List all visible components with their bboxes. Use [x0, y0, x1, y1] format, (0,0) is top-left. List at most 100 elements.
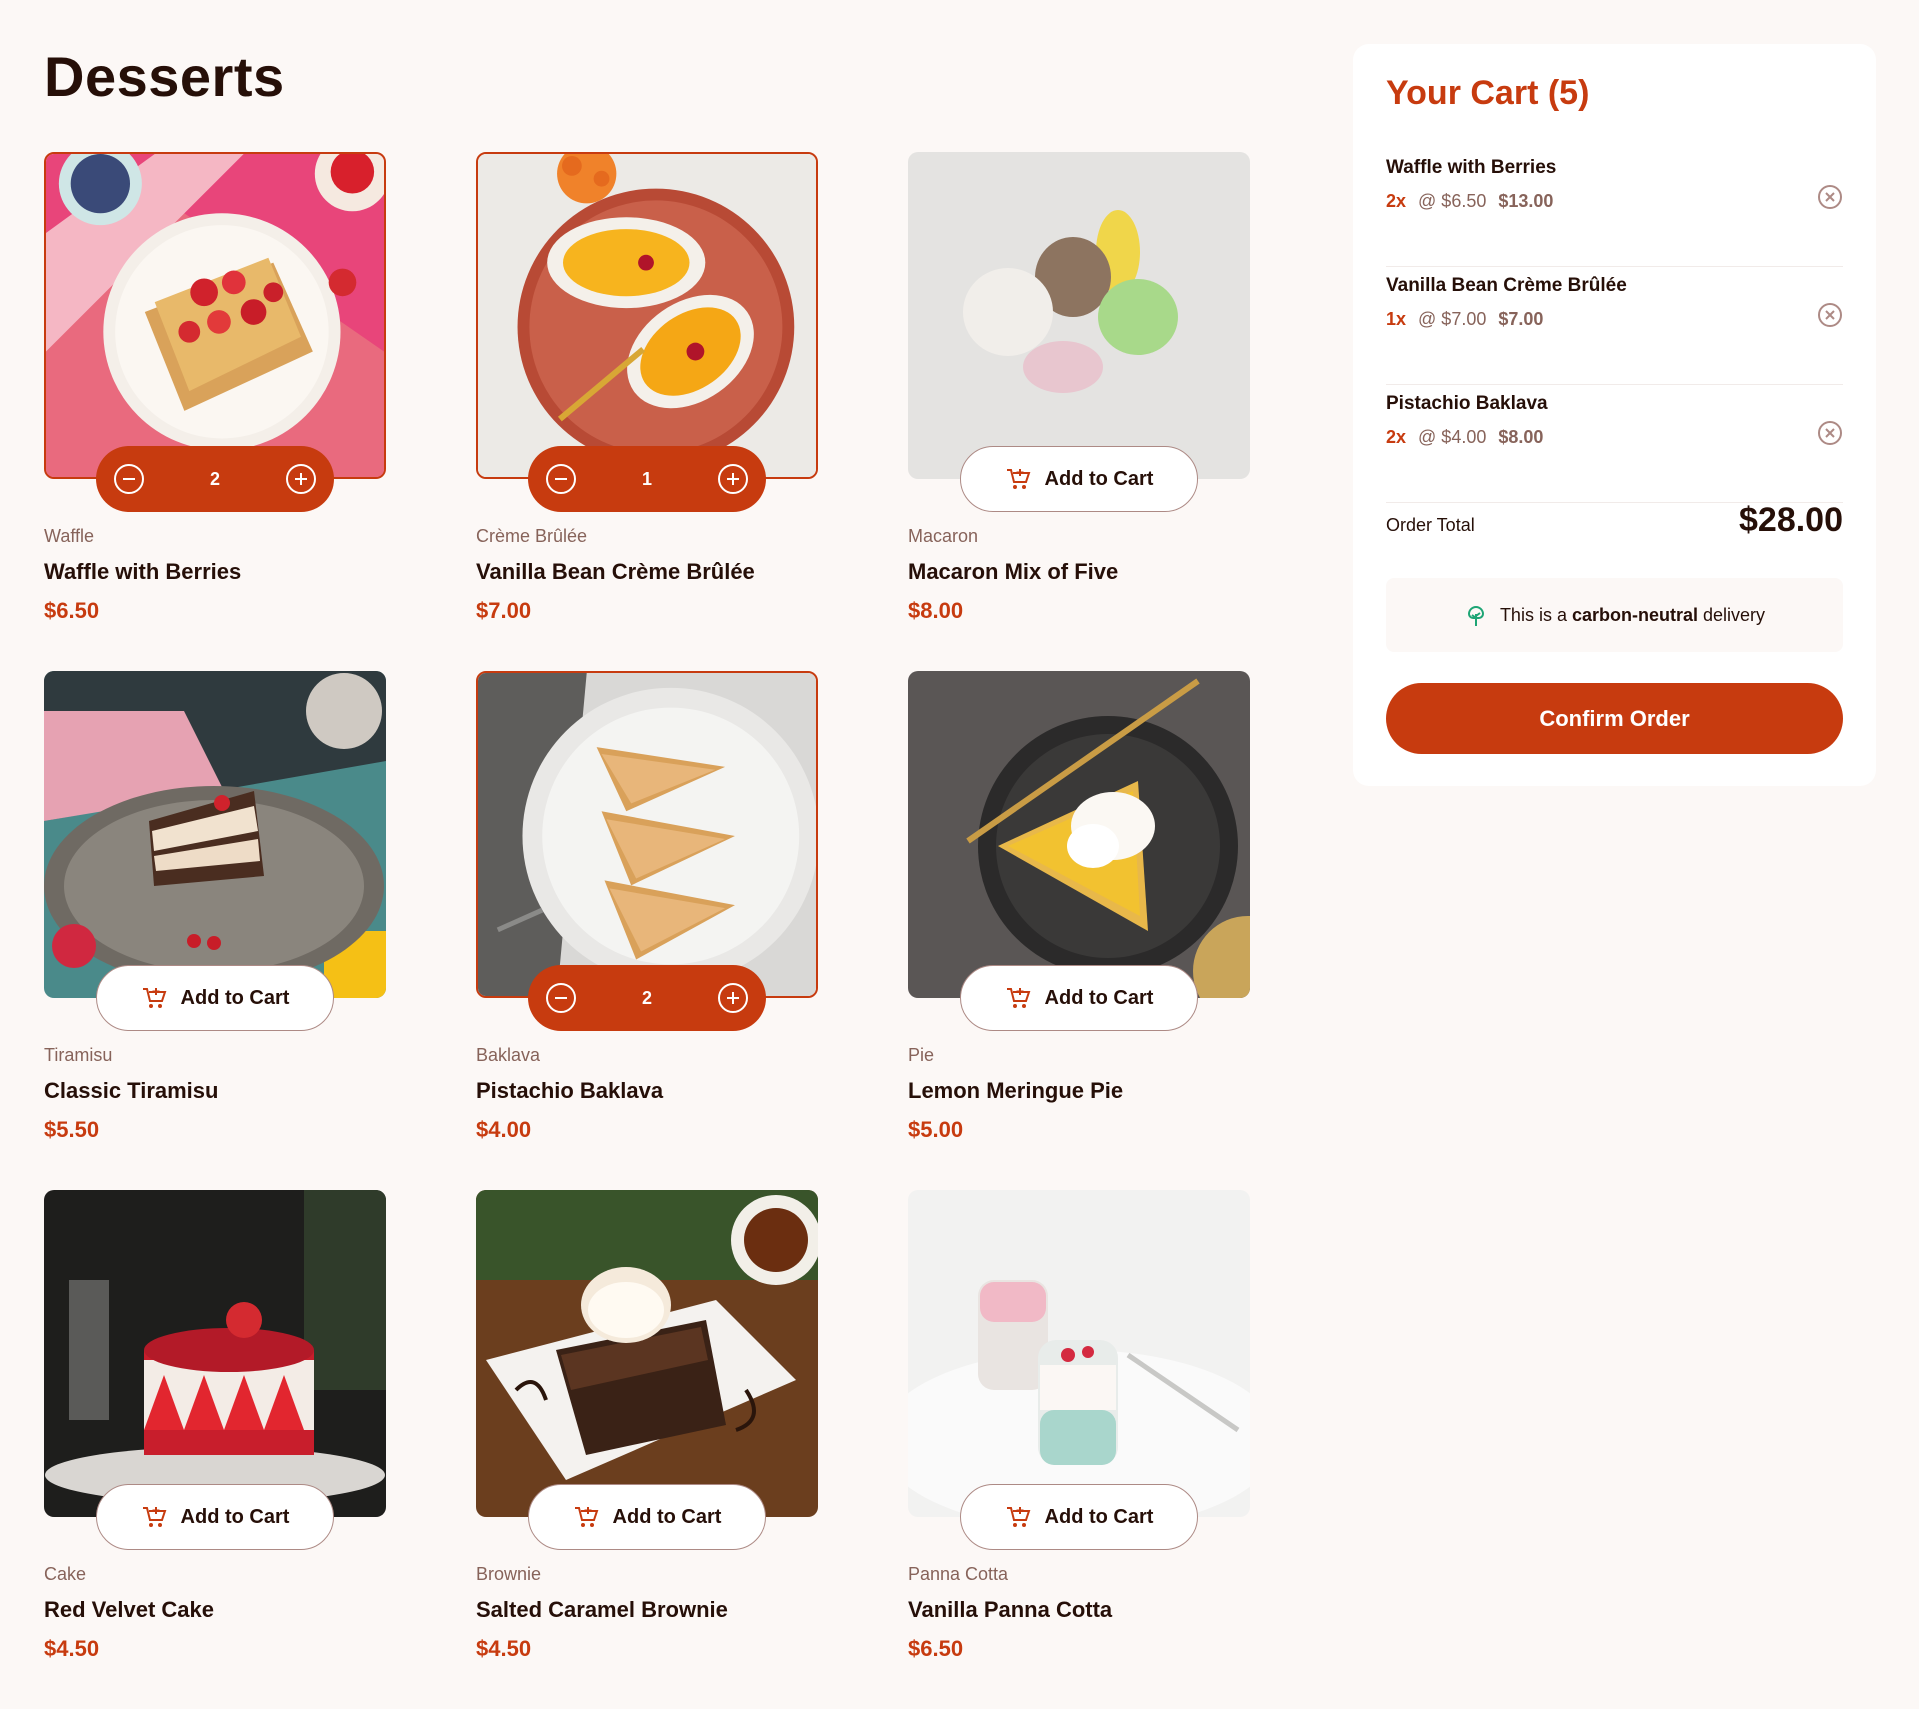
carbon-text: This is a carbon-neutral delivery — [1500, 605, 1765, 626]
cart-item: Vanilla Bean Crème Brûlée 1x @ $7.00 $7.… — [1386, 267, 1843, 385]
cart-item: Pistachio Baklava 2x @ $4.00 $8.00 — [1386, 385, 1843, 503]
add-to-cart-button[interactable]: Add to Cart — [96, 1484, 334, 1550]
close-icon — [1818, 421, 1842, 445]
plus-icon — [726, 992, 739, 1004]
increment-button[interactable] — [717, 464, 748, 494]
add-to-cart-label: Add to Cart — [612, 1505, 722, 1528]
add-to-cart-icon — [573, 1504, 599, 1530]
product-category: Tiramisu — [44, 1045, 113, 1065]
add-to-cart-button[interactable]: Add to Cart — [96, 965, 334, 1031]
product-name: Salted Caramel Brownie — [476, 1597, 728, 1622]
minus-icon — [555, 478, 567, 480]
increment-button[interactable] — [285, 464, 316, 494]
product-category: Baklava — [476, 1045, 541, 1065]
plus-icon — [726, 473, 739, 485]
product-price: $4.00 — [476, 1117, 532, 1142]
add-to-cart-icon — [141, 985, 167, 1011]
add-to-cart-icon — [141, 1504, 167, 1530]
carbon-suffix: delivery — [1703, 604, 1766, 625]
product-category: Macaron — [908, 526, 979, 546]
order-total-label: Order Total — [1386, 515, 1475, 535]
product-price: $4.50 — [44, 1636, 100, 1661]
add-to-cart-label: Add to Cart — [1044, 467, 1154, 490]
product-category: Crème Brûlée — [476, 526, 588, 546]
add-to-cart-label: Add to Cart — [180, 1505, 290, 1528]
product-name: Waffle with Berries — [44, 559, 242, 584]
product-card: 1 Crème Brûlée Vanilla Bean Crème Brûlée… — [476, 152, 818, 671]
confirm-order-button[interactable]: Confirm Order — [1386, 683, 1843, 754]
add-to-cart-button[interactable]: Add to Cart — [960, 1484, 1198, 1550]
add-to-cart-button[interactable]: Add to Cart — [528, 1484, 766, 1550]
product-name: Vanilla Panna Cotta — [908, 1597, 1113, 1622]
cart-item-unit-price: @ $4.00 — [1418, 427, 1487, 447]
baklava-photo — [476, 671, 818, 998]
quantity-value: 1 — [641, 468, 652, 489]
cart-item-total: $13.00 — [1498, 191, 1554, 211]
cart-item-total: $8.00 — [1498, 427, 1544, 447]
add-to-cart-icon — [1005, 985, 1031, 1011]
order-total-value: $28.00 — [1739, 501, 1843, 539]
cake-photo — [44, 1190, 386, 1517]
add-to-cart-label: Add to Cart — [1044, 986, 1154, 1009]
product-name: Vanilla Bean Crème Brûlée — [476, 559, 755, 584]
close-icon — [1818, 303, 1842, 327]
product-grid: 2 Waffle Waffle with Berries $6.50 1 Crè… — [44, 152, 1252, 1709]
remove-item-button[interactable] — [1817, 184, 1843, 210]
add-to-cart-label: Add to Cart — [180, 986, 290, 1009]
carbon-bold: carbon-neutral — [1571, 604, 1699, 625]
cart-item-name: Waffle with Berries — [1386, 157, 1557, 178]
cart-item: Waffle with Berries 2x @ $6.50 $13.00 — [1386, 149, 1843, 267]
brownie-photo — [476, 1190, 818, 1517]
waffle-photo — [44, 152, 386, 479]
pie-photo — [908, 671, 1250, 998]
product-card: Add to Cart Tiramisu Classic Tiramisu $5… — [44, 671, 386, 1190]
product-card: 2 Baklava Pistachio Baklava $4.00 — [476, 671, 818, 1190]
product-category: Brownie — [476, 1564, 542, 1584]
add-to-cart-button[interactable]: Add to Cart — [960, 446, 1198, 512]
minus-icon — [123, 478, 135, 480]
product-name: Pistachio Baklava — [476, 1078, 664, 1103]
cart-item-details: 1x @ $7.00 $7.00 — [1386, 309, 1543, 330]
product-card: Add to Cart Cake Red Velvet Cake $4.50 — [44, 1190, 386, 1709]
quantity-stepper: 2 — [96, 446, 334, 512]
cart-item-unit-price: @ $7.00 — [1418, 309, 1487, 329]
cart-item-quantity: 2x — [1386, 427, 1407, 447]
quantity-stepper: 1 — [528, 446, 766, 512]
product-category: Panna Cotta — [908, 1564, 1009, 1584]
decrement-button[interactable] — [114, 464, 144, 494]
increment-button[interactable] — [717, 983, 748, 1013]
add-to-cart-label: Add to Cart — [1044, 1505, 1154, 1528]
product-price: $8.00 — [908, 598, 964, 623]
panna-cotta-photo — [908, 1190, 1250, 1517]
product-price: $6.50 — [908, 1636, 964, 1661]
cart-panel: Your Cart (5) Waffle with Berries 2x @ $… — [1353, 44, 1876, 786]
product-card: 2 Waffle Waffle with Berries $6.50 — [44, 152, 386, 671]
quantity-stepper: 2 — [528, 965, 766, 1031]
decrement-button[interactable] — [546, 464, 576, 494]
product-card: Add to Cart Macaron Macaron Mix of Five … — [908, 152, 1250, 671]
page-title: Desserts — [44, 45, 285, 108]
product-card: Add to Cart Panna Cotta Vanilla Panna Co… — [908, 1190, 1250, 1709]
product-price: $7.00 — [476, 598, 532, 623]
cart-item-quantity: 1x — [1386, 309, 1407, 329]
cart-item-total: $7.00 — [1498, 309, 1544, 329]
decrement-button[interactable] — [546, 983, 576, 1013]
add-to-cart-icon — [1005, 466, 1031, 492]
product-name: Lemon Meringue Pie — [908, 1078, 1124, 1103]
close-icon — [1818, 185, 1842, 209]
product-price: $5.00 — [908, 1117, 964, 1142]
cart-item-details: 2x @ $6.50 $13.00 — [1386, 191, 1553, 212]
remove-item-button[interactable] — [1817, 302, 1843, 328]
cart-item-details: 2x @ $4.00 $8.00 — [1386, 427, 1543, 448]
add-to-cart-button[interactable]: Add to Cart — [960, 965, 1198, 1031]
cart-title: Your Cart (5) — [1386, 74, 1590, 112]
cart-item-name: Pistachio Baklava — [1386, 393, 1548, 414]
tiramisu-photo — [44, 671, 386, 998]
product-price: $6.50 — [44, 598, 100, 623]
remove-item-button[interactable] — [1817, 420, 1843, 446]
cart-item-unit-price: @ $6.50 — [1418, 191, 1487, 211]
product-category: Cake — [44, 1564, 87, 1584]
product-category: Waffle — [44, 526, 95, 546]
quantity-value: 2 — [641, 987, 652, 1008]
add-to-cart-icon — [1005, 1504, 1031, 1530]
